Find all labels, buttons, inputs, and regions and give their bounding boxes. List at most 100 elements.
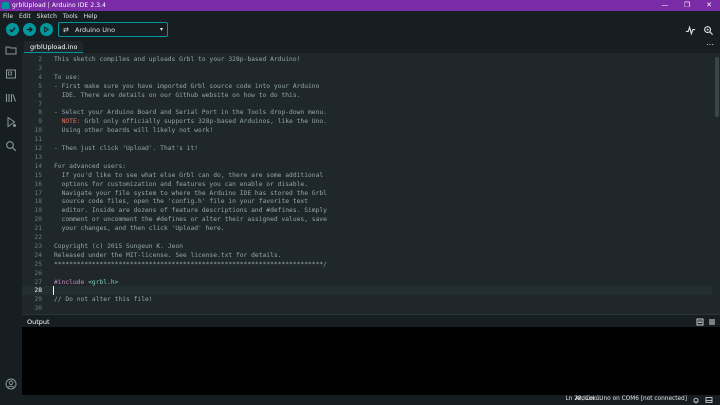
code-line[interactable]: 19 editor. Inside are dozens of feature … <box>22 206 712 215</box>
sketchbook-button[interactable] <box>4 43 18 57</box>
boards-manager-button[interactable] <box>4 67 18 81</box>
code-line[interactable]: 20 comment or uncomment the #defines or … <box>22 215 712 224</box>
code-line[interactable]: 11 <box>22 135 712 144</box>
clear-output-icon[interactable] <box>708 318 716 326</box>
code-line[interactable]: 2 This sketch compiles and uploads Grbl t… <box>22 55 712 64</box>
board-icon <box>6 69 16 79</box>
scrollbar-thumb[interactable] <box>715 57 719 117</box>
chevron-down-icon: ▾ <box>159 26 163 33</box>
close-button[interactable]: ✕ <box>698 0 720 11</box>
code-line[interactable]: 25 **************************************… <box>22 260 712 269</box>
menu-sketch[interactable]: Sketch <box>37 13 57 20</box>
code-line[interactable]: 16 options for customization and feature… <box>22 180 712 189</box>
line-number: 17 <box>34 189 42 197</box>
code-line[interactable]: 12 - Then just click 'Upload'. That's it! <box>22 144 712 153</box>
usb-icon: ⇄ <box>63 25 69 34</box>
menu-file[interactable]: File <box>3 13 13 20</box>
code-line[interactable]: 21 your changes, and then click 'Upload'… <box>22 224 712 233</box>
account-button[interactable] <box>4 377 18 391</box>
code-content: - Select your Arduino Board and Serial P… <box>54 109 327 117</box>
code-content: ****************************************… <box>54 260 327 268</box>
code-text: - First make sure you have imported Grbl… <box>54 82 319 91</box>
magnifier-icon <box>703 25 713 35</box>
line-number: 12 <box>34 145 42 152</box>
board-port-status[interactable]: Arduino Uno on COM6 [not connected] <box>575 396 687 402</box>
library-manager-button[interactable] <box>4 91 18 105</box>
code-text: #include <grbl.h> <box>54 278 118 287</box>
arrow-right-icon <box>26 26 33 33</box>
layout-icon[interactable] <box>705 396 713 404</box>
code-content: IDE. There are details on our Github web… <box>54 91 301 99</box>
menu-tools[interactable]: Tools <box>63 13 78 20</box>
tab-grblupload[interactable]: grblUpload.ino <box>24 41 84 53</box>
line-number: 8 <box>38 109 42 117</box>
debug-button[interactable] <box>40 23 53 36</box>
line-number: 21 <box>34 225 42 233</box>
more-tabs-icon[interactable]: ⋯ <box>706 40 714 49</box>
code-line[interactable]: 22 <box>22 233 712 242</box>
board-name: Arduino Uno <box>75 25 116 34</box>
code-line[interactable]: 24 Released under the MIT-license. See li… <box>22 251 712 260</box>
code-line[interactable]: 30 <box>22 304 712 313</box>
code-text: Copyright (c) 2015 Sungeun K. Jeon <box>54 242 183 251</box>
status-bar: Ln 28, Col 1 Arduino Uno on COM6 [not co… <box>0 395 720 405</box>
code-line[interactable]: 10 Using other boards will likely not wo… <box>22 126 712 135</box>
serial-monitor-button[interactable] <box>702 24 714 36</box>
toolbar: ⇄ Arduino Uno ▾ <box>0 21 720 39</box>
code-line[interactable]: 18 source code files, open the 'config.h… <box>22 197 712 206</box>
minimize-button[interactable]: — <box>654 0 676 11</box>
debug-panel-button[interactable] <box>4 115 18 129</box>
line-number: 23 <box>34 242 42 250</box>
upload-button[interactable] <box>23 23 36 36</box>
code-line[interactable]: 9 NOTE: Grbl only officially supports 32… <box>22 117 712 126</box>
code-line[interactable]: 26 <box>22 269 712 278</box>
code-line[interactable]: 7 <box>22 100 712 109</box>
code-line[interactable]: 17 Navigate your file system to where th… <box>22 189 712 198</box>
menu-bar: File Edit Sketch Tools Help <box>0 11 720 21</box>
code-content: options for customization and features y… <box>54 180 309 188</box>
code-line[interactable]: 28 <box>22 286 712 296</box>
serial-plotter-button[interactable] <box>684 24 696 36</box>
output-console[interactable] <box>22 327 720 395</box>
code-text: editor. Inside are dozens of feature des… <box>54 206 327 215</box>
code-text: options for customization and features y… <box>54 180 308 189</box>
code-text: ****************************************… <box>54 260 327 269</box>
code-text: // Do not alter this file! <box>54 295 153 304</box>
code-line[interactable]: 3 <box>22 64 712 73</box>
code-line[interactable]: 23 Copyright (c) 2015 Sungeun K. Jeon <box>22 242 712 251</box>
pulse-icon <box>685 24 695 36</box>
code-editor[interactable]: 30 29// Do not alter this file! 28 27 #inclu… <box>22 53 720 314</box>
code-line[interactable]: 4 To use: <box>22 73 712 82</box>
board-selector[interactable]: ⇄ Arduino Uno ▾ <box>58 22 168 37</box>
verify-button[interactable] <box>6 23 19 36</box>
code-line[interactable]: 13 <box>22 153 712 162</box>
code-text: Using other boards will likely not work! <box>54 126 214 135</box>
line-number: 10 <box>34 127 42 135</box>
code-line[interactable]: 29 // Do not alter this file! <box>22 295 712 304</box>
bell-icon[interactable] <box>692 396 700 404</box>
code-text: - Select your Arduino Board and Serial P… <box>54 108 327 117</box>
code-line[interactable]: 27 #include <grbl.h> <box>22 278 712 287</box>
line-number: 25 <box>34 260 42 268</box>
toggle-scroll-lock-icon[interactable] <box>696 318 704 326</box>
code-content: // Do not alter this file! <box>54 296 153 304</box>
line-number: 14 <box>34 162 42 170</box>
search-button[interactable] <box>4 139 18 153</box>
search-icon <box>6 141 17 152</box>
code-line[interactable]: 6 IDE. There are details on our Github w… <box>22 91 712 100</box>
maximize-button[interactable]: ❐ <box>676 0 698 11</box>
code-line[interactable]: 5 - First make sure you have imported Grb… <box>22 82 712 91</box>
check-icon <box>9 27 16 33</box>
line-number: 20 <box>34 216 42 224</box>
code-line[interactable]: 14 For advanced users: <box>22 162 712 171</box>
menu-help[interactable]: Help <box>84 13 98 20</box>
line-number: 3 <box>38 64 42 72</box>
note-keyword: NOTE: <box>54 118 81 126</box>
editor-scrollbar[interactable] <box>714 53 720 314</box>
code-line[interactable]: 15 If you'd like to see what else Grbl c… <box>22 171 712 180</box>
menu-edit[interactable]: Edit <box>19 13 31 20</box>
include-header: <grbl.h> <box>84 278 119 286</box>
line-number: 15 <box>34 171 42 179</box>
code-content: This sketch compiles and uploads Grbl to… <box>54 56 301 63</box>
code-line[interactable]: 8 - Select your Arduino Board and Serial … <box>22 108 712 117</box>
